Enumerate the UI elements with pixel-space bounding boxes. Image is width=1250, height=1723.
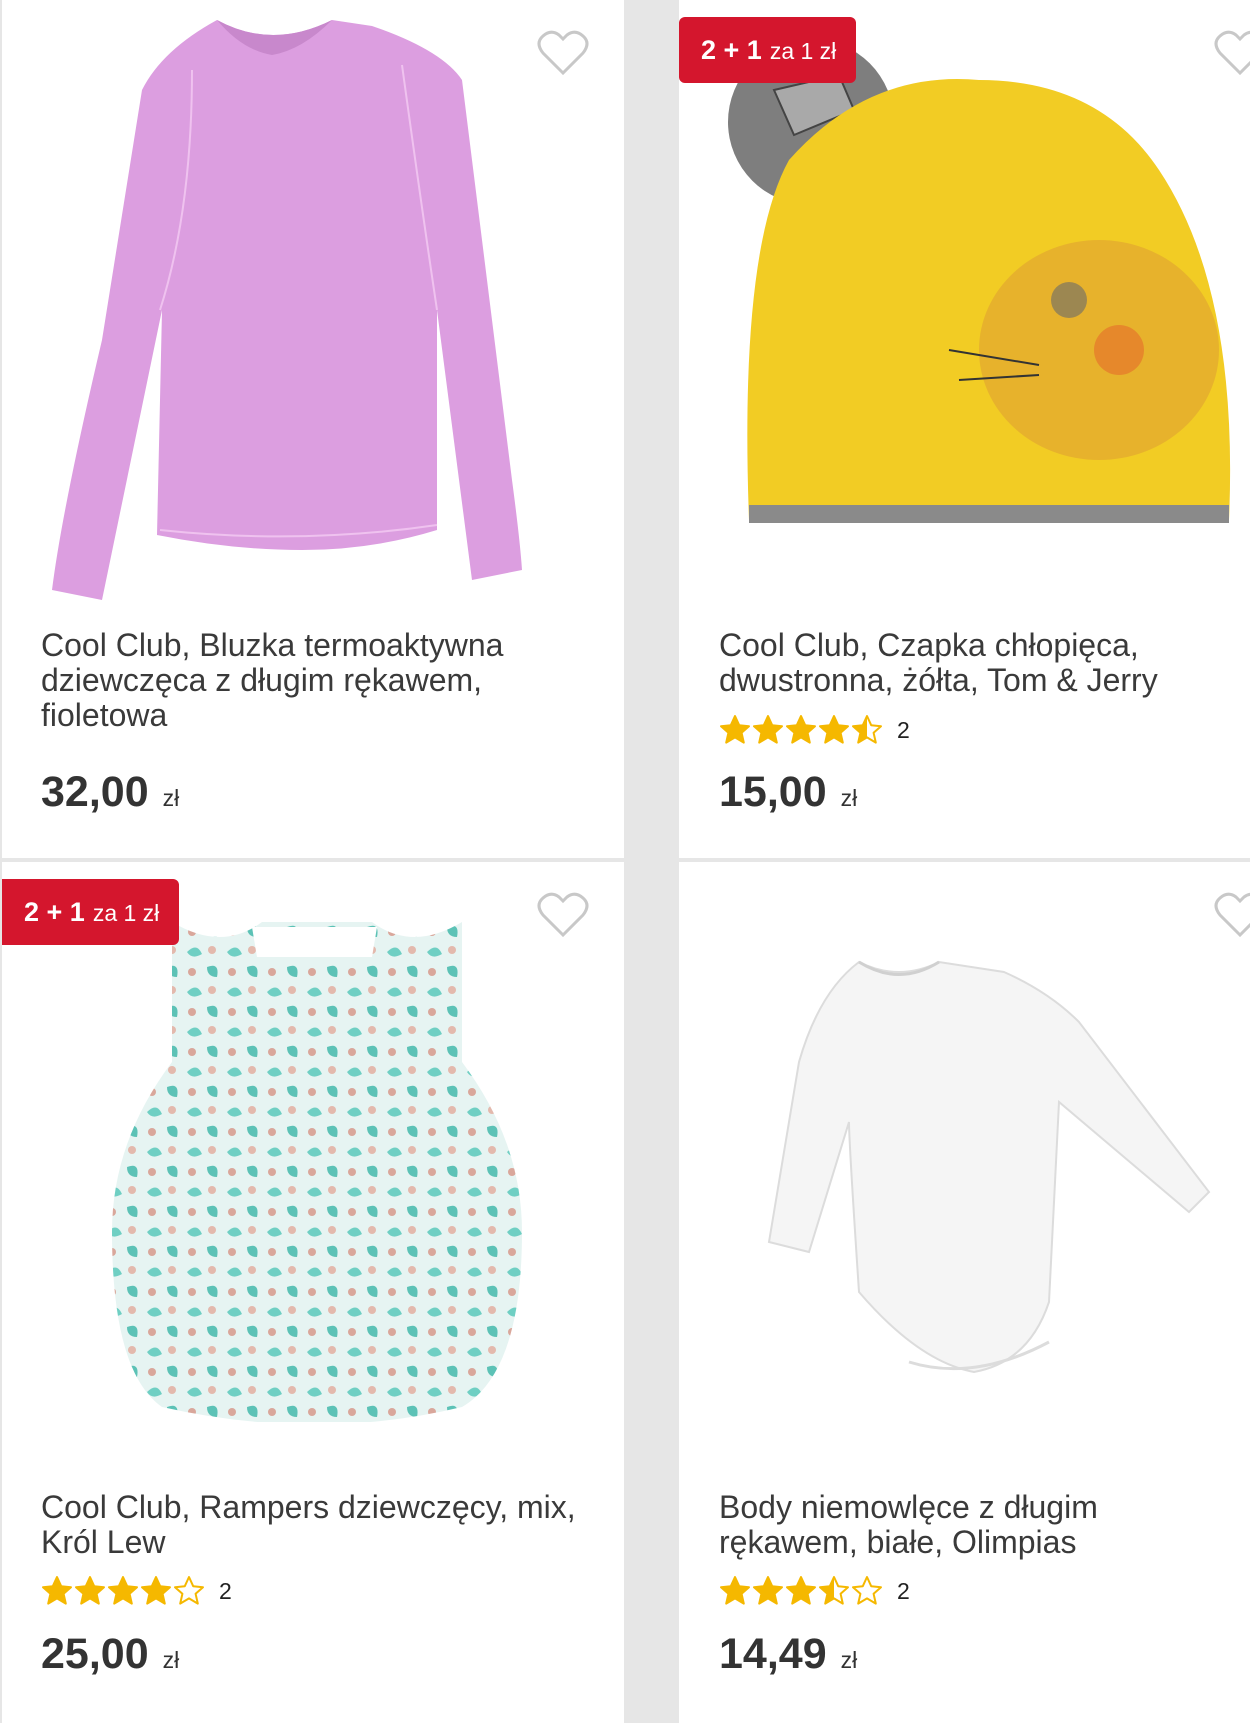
star-icon bbox=[852, 1576, 882, 1605]
rating: 2 bbox=[41, 1575, 232, 1607]
star-icon bbox=[819, 1576, 849, 1605]
rating-count: 2 bbox=[219, 1577, 232, 1604]
product-card[interactable]: Cool Club, Bluzka termoaktywna dziewczęc… bbox=[2, 0, 624, 858]
star-icon bbox=[753, 1576, 783, 1605]
product-card[interactable]: Body niemowlęce z długim rękawem, białe,… bbox=[679, 862, 1250, 1723]
promo-badge-main: 2 + 1 bbox=[24, 897, 85, 927]
price-currency: zł bbox=[840, 785, 858, 811]
price-currency: zł bbox=[840, 1647, 858, 1673]
star-icon bbox=[720, 1576, 750, 1605]
heart-icon[interactable] bbox=[537, 30, 589, 76]
star-icon bbox=[75, 1576, 105, 1605]
price-amount: 15,00 bbox=[719, 768, 827, 816]
product-price: 15,00 zł bbox=[719, 768, 857, 817]
price-currency: zł bbox=[162, 1647, 180, 1673]
product-image[interactable] bbox=[102, 902, 532, 1422]
star-icon bbox=[108, 1576, 138, 1605]
promo-badge: 2 + 1 za 1 zł bbox=[2, 879, 180, 945]
product-title[interactable]: Cool Club, Bluzka termoaktywna dziewczęc… bbox=[41, 628, 601, 733]
promo-badge-main: 2 + 1 bbox=[701, 35, 762, 65]
star-icon bbox=[42, 1576, 72, 1605]
price-currency: zł bbox=[162, 785, 180, 811]
rating-stars bbox=[719, 1575, 883, 1607]
star-icon bbox=[753, 715, 783, 744]
product-price: 32,00 zł bbox=[41, 768, 179, 817]
product-image[interactable] bbox=[719, 50, 1239, 530]
product-title[interactable]: Cool Club, Rampers dziewczęcy, mix, Król… bbox=[41, 1490, 601, 1560]
price-amount: 14,49 bbox=[719, 1630, 827, 1678]
rating-stars bbox=[41, 1575, 205, 1607]
promo-badge: 2 + 1 za 1 zł bbox=[679, 17, 857, 83]
promo-badge-rest: za 1 zł bbox=[769, 38, 837, 64]
product-image[interactable] bbox=[42, 10, 582, 610]
rating-count: 2 bbox=[897, 1577, 910, 1604]
heart-icon[interactable] bbox=[537, 892, 589, 938]
star-icon bbox=[786, 1576, 816, 1605]
product-price: 14,49 zł bbox=[719, 1630, 857, 1679]
price-amount: 32,00 bbox=[41, 768, 149, 816]
star-icon bbox=[141, 1576, 171, 1605]
product-card[interactable]: 2 + 1 za 1 zł Cool Club, Czapka chłopięc… bbox=[679, 0, 1250, 858]
product-card[interactable]: 2 + 1 za 1 zł Cool Club, Rampers dziewcz… bbox=[2, 862, 624, 1723]
rating: 2 bbox=[719, 1575, 910, 1607]
product-title[interactable]: Body niemowlęce z długim rękawem, białe,… bbox=[719, 1490, 1239, 1560]
promo-badge-rest: za 1 zł bbox=[92, 900, 160, 926]
product-price: 25,00 zł bbox=[41, 1630, 179, 1679]
product-grid: Cool Club, Bluzka termoaktywna dziewczęc… bbox=[0, 0, 1250, 1723]
star-icon bbox=[720, 715, 750, 744]
product-image[interactable] bbox=[749, 942, 1219, 1412]
heart-icon[interactable] bbox=[1214, 30, 1250, 76]
rating: 2 bbox=[719, 714, 910, 746]
star-icon bbox=[786, 715, 816, 744]
price-amount: 25,00 bbox=[41, 1630, 149, 1678]
star-icon bbox=[819, 715, 849, 744]
product-title[interactable]: Cool Club, Czapka chłopięca, dwustronna,… bbox=[719, 628, 1239, 698]
star-icon bbox=[852, 715, 882, 744]
rating-count: 2 bbox=[897, 716, 910, 743]
star-icon bbox=[174, 1576, 204, 1605]
rating-stars bbox=[719, 714, 883, 746]
heart-icon[interactable] bbox=[1214, 892, 1250, 938]
